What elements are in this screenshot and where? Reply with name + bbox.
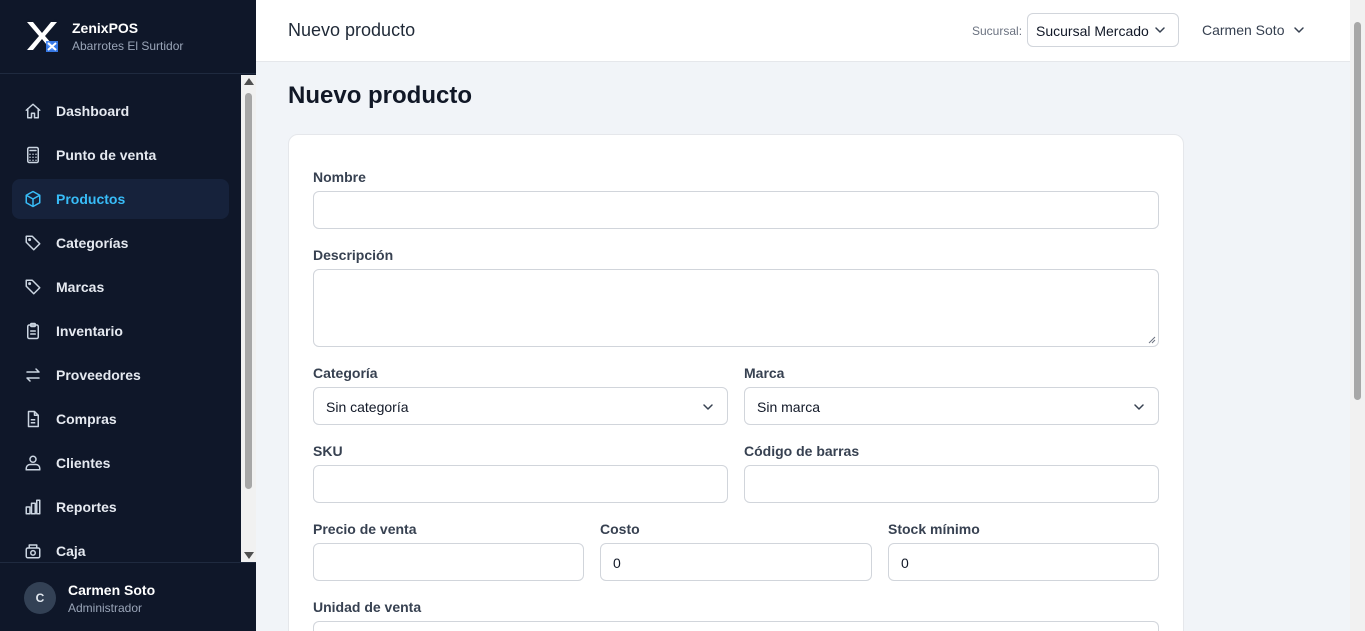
categoria-label: Categoría	[313, 365, 378, 381]
categoria-value: Sin categoría	[326, 399, 409, 415]
sidebar-item-categorias[interactable]: Categorías	[12, 223, 229, 263]
zenixpos-logo	[24, 19, 60, 53]
branch-select[interactable]: Sucursal Mercado	[1027, 13, 1179, 47]
sidebar-item-label: Clientes	[56, 455, 111, 471]
sidebar-item-label: Dashboard	[56, 103, 130, 119]
stock-minimo-label: Stock mínimo	[888, 521, 980, 537]
chevron-down-icon	[1155, 27, 1165, 33]
sidebar: ZenixPOS Abarrotes El Surtidor Dashboard…	[0, 0, 256, 631]
sidebar-scrollbar[interactable]	[241, 75, 256, 562]
unidad-venta-label: Unidad de venta	[313, 599, 422, 615]
descripcion-textarea[interactable]	[313, 269, 1159, 347]
precio-venta-input[interactable]	[313, 543, 584, 581]
bar-chart-icon	[24, 498, 42, 516]
nombre-input[interactable]	[313, 191, 1159, 229]
marca-select[interactable]: Sin marca	[744, 387, 1159, 425]
calculator-icon	[24, 146, 42, 164]
nombre-label: Nombre	[313, 169, 366, 185]
scroll-down-arrow-icon[interactable]	[244, 552, 254, 559]
brand-header: ZenixPOS Abarrotes El Surtidor	[0, 0, 256, 74]
sidebar-item-label: Punto de venta	[56, 147, 157, 163]
branch-label: Sucursal:	[972, 24, 1023, 38]
topbar-title: Nuevo producto	[288, 20, 416, 40]
user-menu-name: Carmen Soto	[1202, 22, 1285, 38]
sidebar-item-dashboard[interactable]: Dashboard	[12, 91, 229, 131]
descripcion-label: Descripción	[313, 247, 394, 263]
sidebar-user-profile[interactable]: C Carmen Soto Administrador	[0, 562, 256, 631]
stock-minimo-input[interactable]: 0	[888, 543, 1159, 581]
sidebar-item-punto-de-venta[interactable]: Punto de venta	[12, 135, 229, 175]
sidebar-item-inventario[interactable]: Inventario	[12, 311, 229, 351]
sidebar-user-role: Administrador	[68, 601, 143, 615]
avatar: C	[24, 582, 56, 614]
tag-icon	[24, 234, 42, 252]
users-icon	[24, 454, 42, 472]
stock-minimo-value: 0	[901, 555, 909, 571]
sku-input[interactable]	[313, 465, 728, 503]
codigo-barras-label: Código de barras	[744, 443, 860, 459]
sku-label: SKU	[313, 443, 343, 459]
costo-input[interactable]: 0	[600, 543, 872, 581]
sidebar-item-label: Caja	[56, 543, 86, 559]
brand-name: ZenixPOS	[72, 20, 139, 36]
unidad-venta-select[interactable]	[313, 621, 1159, 631]
sidebar-item-label: Categorías	[56, 235, 129, 251]
sidebar-user-name: Carmen Soto	[68, 582, 156, 598]
branch-select-value: Sucursal Mercado	[1036, 23, 1149, 39]
chevron-down-icon	[1294, 27, 1304, 33]
page-scroll-thumb[interactable]	[1354, 22, 1361, 400]
brand-subtitle: Abarrotes El Surtidor	[72, 39, 184, 53]
document-icon	[24, 410, 42, 428]
precio-venta-label: Precio de venta	[313, 521, 417, 537]
resize-grip-icon[interactable]	[1148, 336, 1156, 344]
product-form-card: Nombre Descripción Categoría Sin categor…	[288, 134, 1184, 631]
arrows-swap-icon	[24, 366, 42, 384]
tag-icon	[24, 278, 42, 296]
chevron-down-icon	[1134, 404, 1144, 410]
sidebar-scroll-thumb[interactable]	[245, 93, 252, 489]
sidebar-item-caja[interactable]: Caja	[12, 531, 229, 562]
page-title: Nuevo producto	[288, 82, 472, 109]
sidebar-item-proveedores[interactable]: Proveedores	[12, 355, 229, 395]
costo-label: Costo	[600, 521, 640, 537]
sidebar-item-label: Productos	[56, 191, 126, 207]
top-bar: Nuevo producto Sucursal: Sucursal Mercad…	[256, 0, 1350, 62]
page-scrollbar[interactable]	[1350, 0, 1365, 631]
sidebar-nav: Dashboard Punto de venta Productos Categ…	[0, 75, 241, 562]
scroll-up-arrow-icon[interactable]	[244, 78, 254, 85]
sidebar-item-marcas[interactable]: Marcas	[12, 267, 229, 307]
cube-icon	[24, 190, 42, 208]
sidebar-item-label: Marcas	[56, 279, 105, 295]
sidebar-item-label: Reportes	[56, 499, 117, 515]
home-icon	[24, 102, 42, 120]
marca-value: Sin marca	[757, 399, 821, 415]
sidebar-item-productos[interactable]: Productos	[12, 179, 229, 219]
categoria-select[interactable]: Sin categoría	[313, 387, 728, 425]
costo-value: 0	[613, 555, 621, 571]
codigo-barras-input[interactable]	[744, 465, 1159, 503]
sidebar-item-clientes[interactable]: Clientes	[12, 443, 229, 483]
cash-register-icon	[24, 542, 42, 560]
marca-label: Marca	[744, 365, 785, 381]
sidebar-item-reportes[interactable]: Reportes	[12, 487, 229, 527]
sidebar-item-label: Proveedores	[56, 367, 141, 383]
clipboard-icon	[24, 322, 42, 340]
chevron-down-icon	[703, 404, 713, 410]
sidebar-item-label: Compras	[56, 411, 117, 427]
sidebar-item-label: Inventario	[56, 323, 123, 339]
sidebar-item-compras[interactable]: Compras	[12, 399, 229, 439]
